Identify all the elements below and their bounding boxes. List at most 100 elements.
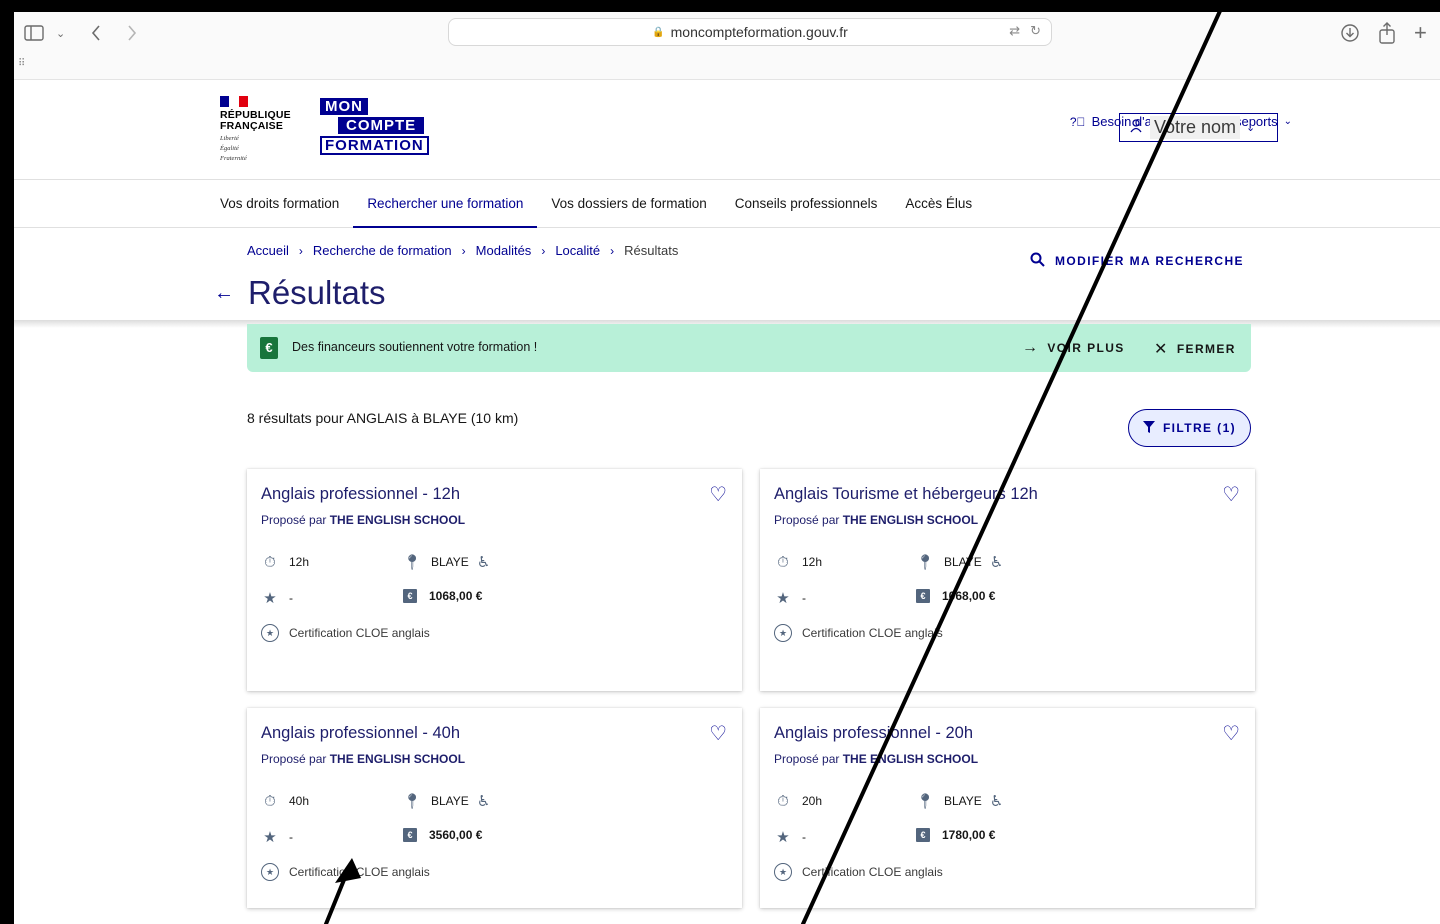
breadcrumb-accueil[interactable]: Accueil xyxy=(247,243,289,258)
logo-word-2: COMPTE xyxy=(338,117,425,134)
breadcrumb: Accueil › Recherche de formation › Modal… xyxy=(247,243,678,258)
duration-value: 12h xyxy=(289,555,310,569)
forward-nav-icon[interactable] xyxy=(126,21,138,45)
card-title[interactable]: Anglais professionnel - 40h xyxy=(261,724,460,743)
share-icon[interactable] xyxy=(1378,21,1396,45)
chevron-down-icon: ⌄ xyxy=(1283,116,1292,127)
reload-icon[interactable]: ↻ xyxy=(1030,23,1041,39)
flag-icon xyxy=(220,96,248,107)
republique-francaise-logo[interactable]: RÉPUBLIQUE FRANÇAISE Liberté Égalité Fra… xyxy=(220,96,310,162)
page-title: Résultats xyxy=(248,274,386,311)
heart-icon[interactable]: ♡ xyxy=(1222,482,1240,507)
breadcrumb-localite[interactable]: Localité xyxy=(555,243,600,258)
stopwatch-icon: ⏱ xyxy=(264,792,276,810)
price-value: 1068,00 € xyxy=(942,589,996,603)
card-price: €1780,00 € xyxy=(916,828,995,842)
nav-item-elus[interactable]: Accès Élus xyxy=(891,180,986,228)
close-icon: ✕ xyxy=(1154,341,1169,358)
certification-value: Certification CLOE anglais xyxy=(802,865,943,879)
training-card[interactable]: Anglais professionnel - 40h ♡ Proposé pa… xyxy=(247,708,742,908)
card-provider: Proposé par THE ENGLISH SCHOOL xyxy=(774,752,978,766)
motto-2: Égalité xyxy=(220,145,239,152)
nav-item-rechercher[interactable]: Rechercher une formation xyxy=(353,180,538,228)
nav-item-droits[interactable]: Vos droits formation xyxy=(220,180,353,228)
provider-prefix: Proposé par xyxy=(261,513,327,527)
duration-value: 12h xyxy=(802,555,823,569)
card-duration: ⏱ 20h xyxy=(774,792,822,810)
nav-item-dossiers[interactable]: Vos dossiers de formation xyxy=(537,180,720,228)
breadcrumb-modalites[interactable]: Modalités xyxy=(476,243,532,258)
motto-1: Liberté xyxy=(220,135,239,142)
location-value: BLAYE xyxy=(944,555,982,569)
card-duration: ⏱ 12h xyxy=(774,553,822,571)
price-value: 1068,00 € xyxy=(429,589,483,603)
page-title-wrap: ← Résultats xyxy=(214,274,386,312)
rating-value: - xyxy=(289,591,293,605)
price-value: 3560,00 € xyxy=(429,828,483,842)
card-duration: ⏱ 12h xyxy=(261,553,309,571)
see-more-button[interactable]: → VOIR PLUS xyxy=(1022,339,1125,357)
translate-icon[interactable]: ⇄ xyxy=(1009,23,1020,39)
card-provider: Proposé par THE ENGLISH SCHOOL xyxy=(261,752,465,766)
card-certification: ★ Certification CLOE anglais xyxy=(774,624,943,642)
back-arrow-icon[interactable]: ← xyxy=(214,282,234,305)
browser-window: ⌄ 🔒 moncompteformation.gouv.fr ⇄ ↻ + ⠿ R… xyxy=(14,12,1440,924)
sidebar-toggle-icon[interactable] xyxy=(24,21,44,45)
results-count: 8 résultats pour ANGLAIS à BLAYE (10 km) xyxy=(247,410,519,426)
new-tab-icon[interactable]: + xyxy=(1414,20,1427,45)
certification-value: Certification CLOE anglais xyxy=(289,865,430,879)
certificate-icon: ★ xyxy=(774,863,792,881)
heart-icon[interactable]: ♡ xyxy=(709,482,727,507)
provider-name: THE ENGLISH SCHOOL xyxy=(329,752,466,766)
location-value: BLAYE xyxy=(431,555,469,569)
rating-value: - xyxy=(289,830,293,844)
pin-icon: 📍︎ xyxy=(915,554,935,571)
card-price: €1068,00 € xyxy=(403,589,482,603)
card-title[interactable]: Anglais professionnel - 12h xyxy=(261,485,460,504)
card-title[interactable]: Anglais Tourisme et hébergeurs 12h xyxy=(774,485,1038,504)
training-card[interactable]: Anglais professionnel - 12h ♡ Proposé pa… xyxy=(247,469,742,691)
chevron-right-icon: › xyxy=(610,243,615,258)
back-nav-icon[interactable] xyxy=(90,21,102,45)
user-menu[interactable]: Votre nom ⌄ xyxy=(1119,113,1278,142)
card-rating: ★ - xyxy=(774,828,806,846)
rf-line-2: FRANÇAISE xyxy=(220,120,284,132)
modify-search-button[interactable]: MODIFIER MA RECHERCHE xyxy=(1030,252,1244,270)
nav-item-conseils[interactable]: Conseils professionnels xyxy=(721,180,892,228)
breadcrumb-recherche[interactable]: Recherche de formation xyxy=(313,243,452,258)
card-duration: ⏱ 40h xyxy=(261,792,309,810)
location-value: BLAYE xyxy=(431,794,469,808)
card-price: €1068,00 € xyxy=(916,589,995,603)
euro-icon: € xyxy=(260,337,278,359)
heart-icon[interactable]: ♡ xyxy=(1222,721,1240,746)
close-label: FERMER xyxy=(1176,342,1236,356)
pin-icon: 📍︎ xyxy=(402,793,422,810)
address-bar[interactable]: 🔒 moncompteformation.gouv.fr ⇄ ↻ xyxy=(448,18,1052,46)
duration-value: 20h xyxy=(802,794,823,808)
browser-toolbar: ⌄ 🔒 moncompteformation.gouv.fr ⇄ ↻ + xyxy=(14,12,1440,54)
chevron-right-icon: › xyxy=(298,243,303,258)
accessibility-icon: ♿︎ xyxy=(476,793,491,810)
download-icon[interactable] xyxy=(1340,21,1360,45)
filter-label: FILTRE (1) xyxy=(1162,421,1237,435)
star-icon: ★ xyxy=(263,590,277,607)
pin-icon: 📍︎ xyxy=(402,554,422,571)
modify-search-label: MODIFIER MA RECHERCHE xyxy=(1055,254,1244,268)
card-rating: ★ - xyxy=(261,828,293,846)
heart-icon[interactable]: ♡ xyxy=(709,721,727,746)
card-title[interactable]: Anglais professionnel - 20h xyxy=(774,724,973,743)
motto-3: Fraternité xyxy=(220,155,247,162)
close-banner-button[interactable]: ✕ FERMER xyxy=(1154,339,1236,359)
training-card[interactable]: Anglais professionnel - 20h ♡ Proposé pa… xyxy=(760,708,1255,908)
mon-compte-formation-logo[interactable]: MON COMPTE FORMATION xyxy=(320,98,438,156)
grid-icon[interactable]: ⠿ xyxy=(18,58,25,69)
logo-word-3: FORMATION xyxy=(320,136,429,155)
training-card[interactable]: Anglais Tourisme et hébergeurs 12h ♡ Pro… xyxy=(760,469,1255,691)
provider-prefix: Proposé par xyxy=(774,752,840,766)
card-provider: Proposé par THE ENGLISH SCHOOL xyxy=(774,513,978,527)
search-icon xyxy=(1030,252,1045,270)
card-location: 📍︎ BLAYE ♿︎ xyxy=(915,553,1003,571)
card-location: 📍︎ BLAYE ♿︎ xyxy=(402,553,490,571)
filter-button[interactable]: FILTRE (1) xyxy=(1128,409,1251,447)
chevron-down-icon[interactable]: ⌄ xyxy=(56,21,65,45)
